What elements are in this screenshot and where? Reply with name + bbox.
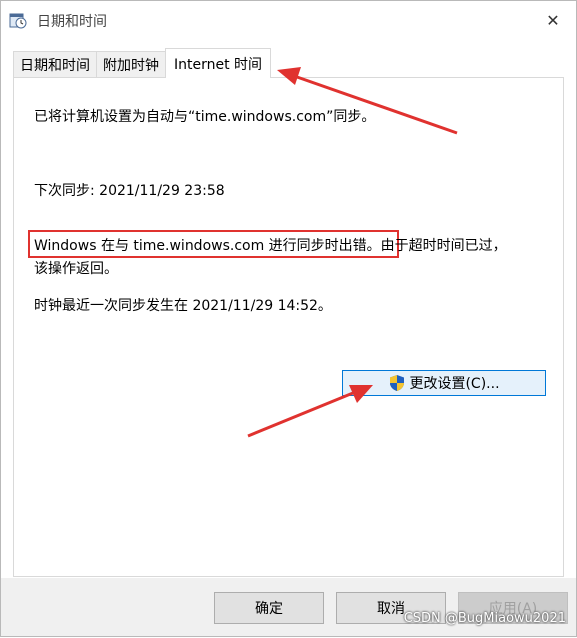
cancel-label: 取消 xyxy=(377,601,405,617)
tab-internet-time[interactable]: Internet 时间 xyxy=(165,48,272,78)
ok-button[interactable]: 确定 xyxy=(214,592,324,624)
window-title: 日期和时间 xyxy=(37,14,107,30)
title-bar[interactable]: 日期和时间 ✕ xyxy=(1,1,576,39)
date-time-dialog: 日期和时间 ✕ 日期和时间 附加时钟 Internet 时间 已将计算机设置为自… xyxy=(0,0,577,637)
ok-label: 确定 xyxy=(255,601,283,617)
tab-strip: 日期和时间 附加时钟 Internet 时间 xyxy=(13,48,272,78)
clock-calendar-icon xyxy=(9,11,27,29)
tab-label: 附加时钟 xyxy=(103,57,159,74)
dialog-button-bar: 确定 取消 应用(A) CSDN @BugMiaowu2021 xyxy=(1,578,576,636)
sync-error-text-line1: Windows 在与 time.windows.com 进行同步时出错。由于超时… xyxy=(34,238,507,254)
close-button[interactable]: ✕ xyxy=(530,1,576,39)
next-sync-text: 下次同步: 2021/11/29 23:58 xyxy=(34,183,225,199)
watermark-text: CSDN @BugMiaowu2021 xyxy=(403,611,566,626)
change-settings-label: 更改设置(C)... xyxy=(409,376,500,392)
uac-shield-icon xyxy=(388,374,406,392)
change-settings-button[interactable]: 更改设置(C)... xyxy=(342,370,546,396)
tab-label: Internet 时间 xyxy=(174,56,263,73)
internet-time-panel: 已将计算机设置为自动与“time.windows.com”同步。 下次同步: 2… xyxy=(13,77,564,577)
tab-label: 日期和时间 xyxy=(20,57,90,74)
sync-setting-text: 已将计算机设置为自动与“time.windows.com”同步。 xyxy=(34,109,376,125)
last-sync-text: 时钟最近一次同步发生在 2021/11/29 14:52。 xyxy=(34,298,332,314)
tab-additional-clocks[interactable]: 附加时钟 xyxy=(96,51,166,77)
tab-date-time[interactable]: 日期和时间 xyxy=(13,51,97,77)
close-icon: ✕ xyxy=(546,10,560,30)
sync-error-text-line2: 该操作返回。 xyxy=(34,261,118,277)
